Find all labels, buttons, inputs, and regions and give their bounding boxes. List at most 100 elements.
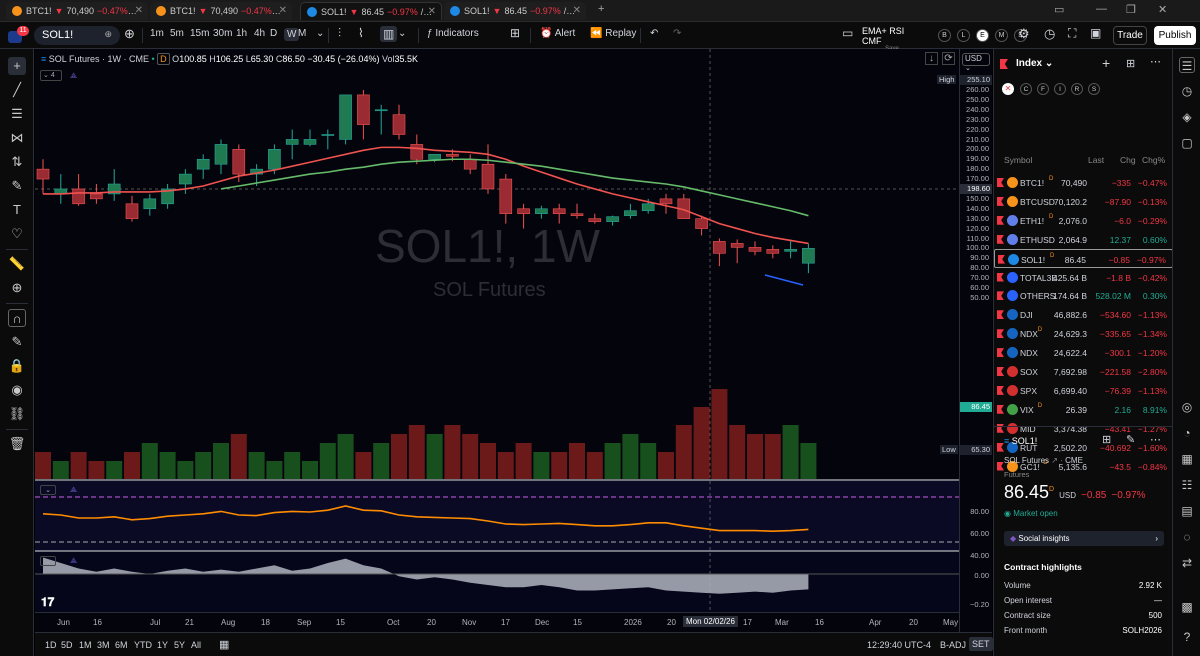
ruler-icon[interactable]: 📏 — [8, 255, 26, 273]
watchlist-title[interactable]: Index ⌄ — [1016, 58, 1053, 69]
indicators-collapse[interactable]: ⌄ 4 — [40, 70, 62, 81]
filter-F[interactable]: F — [1037, 83, 1049, 95]
row-flag-icon[interactable] — [997, 461, 1004, 471]
row-flag-icon[interactable] — [997, 442, 1004, 452]
trash-icon[interactable]: 🗑 — [8, 435, 26, 453]
cast-icon[interactable]: ▭ — [1054, 3, 1064, 16]
row-flag-icon[interactable] — [997, 234, 1004, 244]
watchlist-row[interactable]: SPX 6,699.40 −76.39 −1.13% — [994, 381, 1173, 400]
row-flag-icon[interactable] — [997, 291, 1004, 301]
range-1Y[interactable]: 1Y — [157, 640, 168, 650]
fullscreen-icon[interactable]: ⛶ — [1068, 26, 1076, 41]
restore-icon[interactable]: ❐ — [1126, 3, 1136, 16]
browser-tab[interactable]: BTC1!▼70,490−0.47%/ 4 s✕ — [6, 2, 148, 20]
settlement-toggle[interactable]: SET — [969, 637, 993, 651]
watchlist-row[interactable]: MID 3,374.38 −43.41 −1.27% — [994, 419, 1173, 438]
range-3M[interactable]: 3M — [97, 640, 110, 650]
tab-close-icon[interactable]: ✕ — [428, 6, 436, 17]
col-chgpct[interactable]: Chg% — [1142, 155, 1165, 165]
brush-icon[interactable]: ✎ — [8, 177, 26, 195]
interval-30m[interactable]: 30m — [213, 28, 232, 39]
row-flag-icon[interactable] — [997, 385, 1004, 395]
watchlist-row[interactable]: BTC1! D 70,490 −335 −0.47% — [994, 173, 1173, 192]
layout-name-button[interactable]: EMA+ RSI CMF Save — [862, 26, 922, 52]
trendline-icon[interactable]: ╱ — [8, 81, 26, 99]
browser-tab[interactable]: BTC1!▼70,490−0.47%/ BI✕ — [150, 2, 292, 20]
layout-badge[interactable]: M — [995, 29, 1008, 42]
interval-dropdown-icon[interactable]: ⌄ — [316, 28, 324, 39]
interval-15m[interactable]: 15m — [190, 28, 209, 39]
filter-I[interactable]: I — [1054, 83, 1066, 95]
magnet-icon[interactable]: ∩ — [8, 309, 26, 327]
row-flag-icon[interactable] — [997, 178, 1004, 187]
goto-date-icon[interactable]: ▦ — [219, 638, 229, 651]
browser-tab[interactable]: SOL1!▼86.45−0.97%/ EMA✕ — [300, 2, 442, 20]
range-1M[interactable]: 1M — [79, 640, 92, 650]
details-more-icon[interactable]: ⋯ — [1150, 433, 1161, 446]
range-6M[interactable]: 6M — [115, 640, 128, 650]
layout-badge[interactable]: B — [938, 29, 951, 42]
row-flag-icon[interactable] — [997, 196, 1004, 206]
watchlist-row[interactable]: SOX 7,692.98 −221.58 −2.80% — [994, 362, 1173, 381]
watchlist-row[interactable]: ETH1! D 2,076.0 −6.0 −0.29% — [994, 211, 1173, 230]
symbol-search-input[interactable]: SOL1! ⊕ — [34, 26, 120, 45]
qr-icon[interactable]: ▩ — [1179, 599, 1195, 615]
bar-style-icon[interactable]: ⫶ — [338, 26, 341, 41]
trade-button[interactable]: Trade — [1113, 26, 1147, 45]
interval-1h[interactable]: 1h — [236, 28, 247, 39]
watchlist-row[interactable]: TOTAL3E 425.64 B −1.8 B −0.42% — [994, 268, 1173, 287]
clock[interactable]: 12:29:40 UTC-4 — [867, 640, 931, 650]
interval-5m[interactable]: 5m — [170, 28, 184, 39]
new-tab-icon[interactable]: + — [598, 3, 604, 15]
alert-button[interactable]: ⏰ Alert — [540, 28, 575, 39]
target-icon[interactable]: ◎ — [1179, 399, 1195, 415]
news-icon[interactable]: ☷ — [1179, 477, 1195, 493]
undo-icon[interactable]: ↶ — [650, 28, 658, 39]
layout-badge[interactable]: E — [976, 29, 989, 42]
calendar-icon[interactable]: ▦ — [1179, 451, 1195, 467]
flag-icon[interactable] — [1000, 59, 1008, 69]
chat-icon[interactable]: ▢ — [1179, 135, 1195, 151]
lock-drawing-icon[interactable]: ✎ — [8, 333, 26, 351]
row-flag-icon[interactable] — [997, 329, 1004, 339]
col-last[interactable]: Last — [1088, 155, 1104, 165]
range-5Y[interactable]: 5Y — [174, 640, 185, 650]
alerts-icon[interactable]: ◷ — [1179, 83, 1195, 99]
lock-icon[interactable]: 🔒 — [8, 357, 26, 375]
brokers-icon[interactable]: ⇄ — [1179, 555, 1195, 571]
indicators-button[interactable]: ƒ Indicators — [427, 28, 479, 39]
details-grid-icon[interactable]: ⊞ — [1102, 433, 1111, 446]
redo-icon[interactable]: ↷ — [673, 28, 681, 39]
row-flag-icon[interactable] — [997, 272, 1004, 282]
row-flag-icon[interactable] — [997, 404, 1004, 414]
watchlist-row[interactable]: BTCUSD 70,120.2 −87.90 −0.13% — [994, 192, 1173, 211]
range-All[interactable]: All — [191, 640, 201, 650]
watchlist-row[interactable]: NDX D 24,629.3 −335.65 −1.34% — [994, 324, 1173, 343]
crosshair-icon[interactable]: + — [8, 57, 26, 75]
line-chart-icon[interactable]: ⌇ — [358, 26, 364, 40]
fib-icon[interactable]: ☰ — [8, 105, 26, 123]
chart-type-dropdown-icon[interactable]: ⌄ — [398, 28, 406, 39]
social-insights-button[interactable]: ◆ Social insights › — [1004, 531, 1164, 546]
add-symbol-watchlist-icon[interactable]: + — [1102, 55, 1110, 71]
refresh-icon[interactable]: ⟳ — [942, 52, 955, 65]
publish-button[interactable]: Publish — [1154, 26, 1196, 45]
col-chg[interactable]: Chg — [1120, 155, 1136, 165]
snapshot-icon[interactable]: ▣ — [1090, 26, 1101, 40]
filter-flag[interactable]: ✕ — [1002, 83, 1014, 95]
time-scale[interactable]: Jun 16 Jul 21 Aug 18 Sep 15 Oct 20 Nov 17 Dec 15 2026 2… — [35, 612, 959, 632]
row-flag-icon[interactable] — [997, 348, 1004, 358]
row-flag-icon[interactable] — [997, 215, 1004, 225]
tab-close-icon[interactable]: ✕ — [135, 5, 143, 16]
layout-icon[interactable]: ▭ — [842, 26, 853, 40]
heart-icon[interactable]: ♡ — [8, 225, 26, 243]
help-icon[interactable]: ? — [1179, 629, 1195, 645]
screener-icon[interactable]: ▤ — [1179, 503, 1195, 519]
filter-R[interactable]: R — [1071, 83, 1083, 95]
back-adjust-toggle[interactable]: B-ADJ — [940, 640, 966, 650]
pattern-icon[interactable]: ⋈ — [8, 129, 26, 147]
replay-button[interactable]: ⏪ Replay — [590, 28, 636, 39]
watchlist-row[interactable]: VIX D 26.39 2.16 8.91% — [994, 400, 1173, 419]
pulse-icon[interactable]: ◌ — [1179, 529, 1195, 545]
details-edit-icon[interactable]: ✎ — [1126, 433, 1135, 446]
